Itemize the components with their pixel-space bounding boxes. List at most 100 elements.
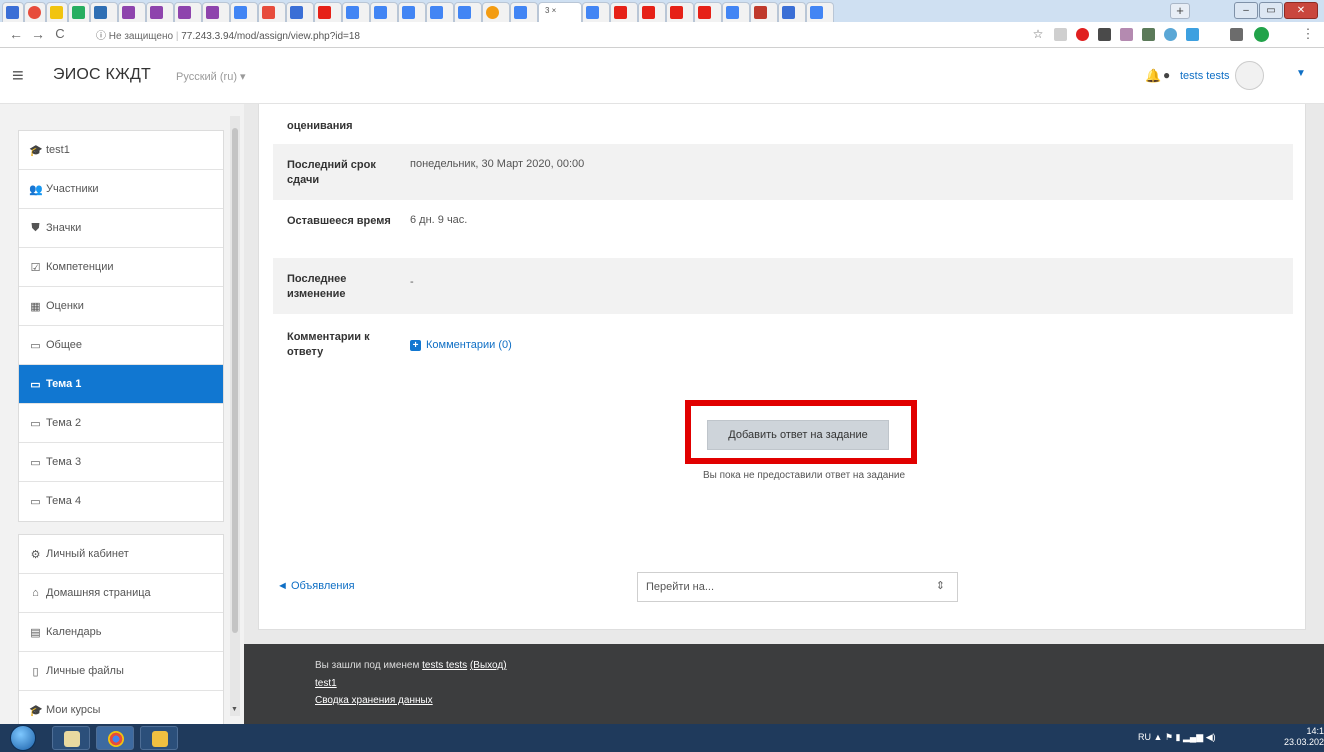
browser-tab[interactable] [510,2,538,22]
sidebar-item[interactable]: ⚙ Личный кабинет [19,535,223,574]
browser-tab[interactable] [146,2,174,22]
extension-icon[interactable] [1120,28,1133,41]
extension-icon[interactable] [1186,28,1199,41]
browser-tab[interactable] [694,2,722,22]
browser-tab[interactable] [286,2,314,22]
browser-tab[interactable] [258,2,286,22]
minimize-button[interactable]: – [1234,2,1258,19]
footer-course-link[interactable]: test1 [315,678,337,689]
browser-tab[interactable] [46,2,68,22]
reload-icon[interactable]: C [52,26,68,41]
browser-tab[interactable] [90,2,118,22]
back-icon[interactable]: ← [8,26,24,42]
browser-tab[interactable] [174,2,202,22]
flag-icon[interactable]: ⚑ [1165,732,1173,742]
footer-user-link[interactable]: tests tests [422,660,467,671]
add-submission-button[interactable]: Добавить ответ на задание [707,420,889,450]
info-icon[interactable]: ⓘ [96,31,106,42]
data-retention-summary-link[interactable]: Сводка хранения данных [315,695,433,706]
extension-icon[interactable] [1230,28,1243,41]
site-brand[interactable]: ЭИОС КЖДТ [53,66,151,84]
language-menu[interactable]: Русский (ru) ▾ [176,70,246,83]
extension-icon[interactable] [1164,28,1177,41]
user-name[interactable]: tests tests [1180,70,1230,82]
keyboard-language[interactable]: RU [1138,732,1151,742]
browser-tab[interactable] [722,2,750,22]
taskbar-app-explorer[interactable] [52,726,90,750]
browser-tab-active[interactable]: 3 × [538,2,582,22]
signal-icon[interactable]: ▂▄▆ [1183,732,1203,742]
sidebar-item[interactable]: ▤ Календарь [19,613,223,652]
browser-tab[interactable] [342,2,370,22]
new-tab-button[interactable]: + [1170,3,1190,19]
network-icon[interactable]: ▮ [1176,732,1181,742]
comments-link[interactable]: Комментарии (0) [426,339,512,351]
menu-kebab-icon[interactable]: ⋮ [1300,26,1316,42]
browser-tab[interactable] [638,2,666,22]
browser-tab[interactable] [370,2,398,22]
sidebar-item[interactable]: 🎓 Мои курсы [19,691,223,724]
browser-tab[interactable] [582,2,610,22]
browser-tab[interactable] [806,2,834,22]
jump-to-select[interactable]: Перейти на... ⇕ [637,572,958,602]
browser-tab[interactable] [68,2,90,22]
notifications-bell-icon[interactable]: 🔔 [1145,68,1161,84]
close-window-button[interactable]: ✕ [1284,2,1318,19]
browser-tab[interactable] [230,2,258,22]
user-menu-caret-icon[interactable]: ▼ [1296,68,1306,79]
previous-activity-link[interactable]: ◄ Объявления [277,580,355,592]
sidebar-item[interactable]: ▭ Тема 1 [19,365,223,404]
sidebar-item[interactable]: ▯ Личные файлы [19,652,223,691]
browser-tab[interactable] [750,2,778,22]
extension-icon[interactable] [1076,28,1089,41]
browser-tab[interactable] [610,2,638,22]
sidebar-item[interactable]: 🎓 test1 [19,131,223,170]
volume-icon[interactable]: ◀) [1206,732,1216,742]
sidebar-item[interactable]: 👥 Участники [19,170,223,209]
sidebar-item[interactable]: ▭ Тема 4 [19,482,223,521]
browser-tab[interactable] [666,2,694,22]
browser-tab[interactable] [398,2,426,22]
tray-arrow-icon[interactable]: ▲ [1154,732,1165,742]
browser-tab[interactable] [778,2,806,22]
sidebar-item[interactable]: ▦ Оценки [19,287,223,326]
sidebar-item[interactable]: ☑ Компетенции [19,248,223,287]
tab-favicon-icon [670,6,683,19]
extension-icon[interactable] [1098,28,1111,41]
browser-tab[interactable] [2,2,24,22]
avatar[interactable] [1235,61,1264,90]
browser-tab[interactable] [482,2,510,22]
address-bar[interactable]: ⓘ Не защищено | 77.243.3.94/mod/assign/v… [96,27,360,42]
logout-link[interactable]: (Выход) [470,660,507,671]
sidebar-item[interactable]: ⛊ Значки [19,209,223,248]
star-icon[interactable]: ☆ [1030,27,1046,41]
tab-favicon-icon [782,6,795,19]
messages-chat-icon[interactable]: ● [1163,68,1170,82]
extension-icon[interactable] [1142,28,1155,41]
browser-tab[interactable] [202,2,230,22]
drawer-scroll-thumb[interactable] [232,128,238,633]
sidebar-item[interactable]: ⌂ Домашняя страница [19,574,223,613]
extension-icon[interactable] [1054,28,1067,41]
hamburger-icon[interactable]: ≡ [12,65,24,88]
url-separator: | [175,31,179,42]
browser-tab[interactable] [314,2,342,22]
scroll-down-arrow-icon[interactable]: ▼ [231,706,238,713]
taskbar-app-chrome[interactable] [96,726,134,750]
add-comment-plus-icon[interactable]: + [410,340,421,351]
maximize-button[interactable]: ▭ [1259,2,1283,19]
browser-tab[interactable] [426,2,454,22]
tab-close-icon[interactable]: 3 × [545,6,556,15]
browser-tab[interactable] [118,2,146,22]
profile-icon[interactable] [1254,27,1269,42]
forward-icon[interactable]: → [30,26,46,42]
system-clock[interactable]: 14:15 23.03.2020 [1284,726,1324,748]
taskbar-app-folder[interactable] [140,726,178,750]
sidebar-item[interactable]: ▭ Общее [19,326,223,365]
sidebar-item[interactable]: ▭ Тема 3 [19,443,223,482]
sidebar-item[interactable]: ▭ Тема 2 [19,404,223,443]
tab-favicon-icon [150,6,163,19]
browser-tab[interactable] [24,2,46,22]
browser-tab[interactable] [454,2,482,22]
start-button[interactable] [10,725,36,751]
